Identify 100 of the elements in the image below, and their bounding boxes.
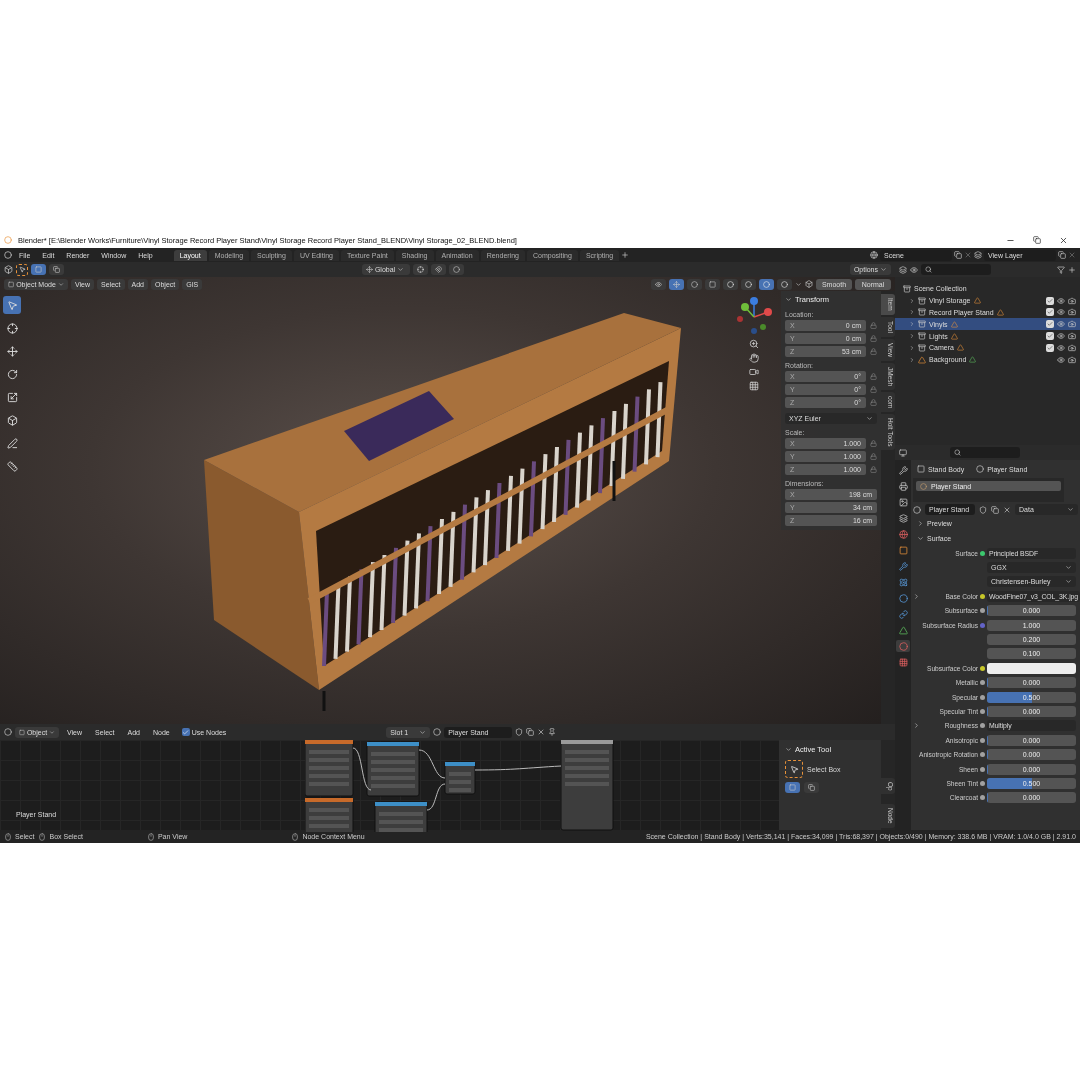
triangle-icon[interactable] bbox=[898, 625, 908, 635]
shading-mode-button[interactable] bbox=[723, 278, 738, 290]
exclude-checkbox[interactable] bbox=[1046, 332, 1054, 341]
exclude-checkbox[interactable] bbox=[1046, 308, 1054, 317]
socket-dot[interactable] bbox=[980, 723, 985, 729]
camera-icon[interactable] bbox=[1068, 320, 1076, 329]
socket-dot[interactable] bbox=[980, 737, 985, 743]
select-tool-button[interactable] bbox=[785, 760, 803, 778]
filter-icon[interactable] bbox=[1057, 265, 1065, 274]
select-mode-button[interactable] bbox=[804, 782, 819, 793]
grid-icon[interactable] bbox=[749, 381, 759, 391]
socket-dot[interactable] bbox=[980, 593, 985, 599]
printer-icon[interactable] bbox=[898, 481, 908, 491]
close-icon[interactable] bbox=[1059, 235, 1068, 245]
socket-dot[interactable] bbox=[980, 608, 985, 614]
color-swatch[interactable] bbox=[987, 662, 1076, 674]
exclude-checkbox[interactable] bbox=[1046, 296, 1054, 305]
link-icon[interactable] bbox=[898, 609, 908, 619]
search-field[interactable] bbox=[921, 264, 991, 275]
shader-node[interactable] bbox=[305, 740, 354, 797]
gizmo-button[interactable] bbox=[669, 278, 684, 290]
expand-caret-icon[interactable] bbox=[913, 592, 920, 600]
eye-icon[interactable] bbox=[1057, 343, 1065, 352]
layers-icon[interactable] bbox=[898, 513, 908, 523]
camera-icon[interactable] bbox=[1068, 308, 1076, 317]
shading-mode-button[interactable] bbox=[759, 278, 774, 290]
new-collection-icon[interactable] bbox=[1068, 265, 1076, 274]
shader-node[interactable] bbox=[444, 761, 476, 795]
shader-node[interactable] bbox=[305, 797, 354, 832]
xray-button[interactable] bbox=[705, 278, 720, 290]
close-icon[interactable] bbox=[1003, 505, 1011, 514]
hand-icon[interactable] bbox=[749, 353, 759, 363]
squares-icon bbox=[53, 266, 60, 273]
expand-caret-icon[interactable] bbox=[913, 722, 920, 730]
exclude-checkbox[interactable] bbox=[1046, 343, 1054, 352]
socket-dot[interactable] bbox=[980, 780, 985, 786]
sphere-icon bbox=[745, 280, 752, 288]
socket-dot[interactable] bbox=[980, 665, 985, 671]
globe-icon[interactable] bbox=[898, 529, 908, 539]
zoom-icon[interactable] bbox=[749, 339, 759, 349]
image-icon[interactable] bbox=[898, 497, 908, 507]
pin-icon[interactable] bbox=[548, 728, 557, 736]
socket-dot[interactable] bbox=[980, 550, 985, 556]
circle-icon[interactable] bbox=[898, 593, 908, 603]
shading-mode-button[interactable] bbox=[741, 278, 756, 290]
collapse-caret-icon[interactable] bbox=[785, 296, 792, 303]
copy-icon[interactable] bbox=[991, 505, 999, 514]
camera-icon[interactable] bbox=[1068, 355, 1076, 364]
square-icon[interactable] bbox=[898, 545, 908, 555]
select-mode-button[interactable] bbox=[785, 782, 800, 793]
copy-icon[interactable] bbox=[526, 728, 535, 736]
wrench-icon[interactable] bbox=[898, 465, 908, 475]
proportional-button[interactable] bbox=[448, 264, 464, 275]
shading-mode-button[interactable] bbox=[777, 278, 792, 290]
exclude-checkbox[interactable] bbox=[1046, 320, 1054, 329]
eye-icon[interactable] bbox=[1057, 308, 1065, 317]
search-field[interactable] bbox=[950, 447, 1020, 458]
camera-icon[interactable] bbox=[749, 367, 759, 377]
collection-icon bbox=[918, 343, 926, 352]
select-mode-button[interactable] bbox=[49, 264, 64, 275]
overlay-button[interactable] bbox=[687, 278, 702, 290]
shader-node[interactable] bbox=[366, 741, 420, 797]
eye-icon[interactable] bbox=[1057, 296, 1065, 305]
shader-node[interactable] bbox=[374, 801, 428, 832]
pivot-button[interactable] bbox=[412, 264, 428, 275]
socket-dot[interactable] bbox=[980, 622, 985, 628]
shield-icon[interactable] bbox=[515, 728, 524, 736]
caret-icon bbox=[880, 266, 887, 273]
restore-icon[interactable] bbox=[1033, 236, 1041, 244]
atom-icon[interactable] bbox=[898, 577, 908, 587]
socket-dot[interactable] bbox=[980, 766, 985, 772]
view-layer-icon[interactable] bbox=[974, 251, 982, 259]
camera-icon[interactable] bbox=[1068, 296, 1076, 305]
snap-button[interactable] bbox=[430, 264, 446, 275]
socket-dot[interactable] bbox=[980, 709, 985, 714]
socket-dot[interactable] bbox=[980, 680, 985, 686]
select-mode-button[interactable] bbox=[31, 264, 46, 275]
eye-icon[interactable] bbox=[1057, 332, 1065, 341]
collapse-caret-icon[interactable] bbox=[785, 746, 792, 753]
shield-icon[interactable] bbox=[979, 505, 987, 514]
copy-icon[interactable] bbox=[1058, 251, 1066, 259]
socket-dot[interactable] bbox=[980, 694, 985, 700]
socket-dot[interactable] bbox=[980, 795, 985, 801]
wrench-icon[interactable] bbox=[898, 561, 908, 571]
eye-icon[interactable] bbox=[1057, 320, 1065, 329]
tool-button[interactable] bbox=[3, 296, 21, 314]
add-icon[interactable] bbox=[621, 251, 630, 259]
socket-dot[interactable] bbox=[980, 752, 985, 758]
eye-icon[interactable] bbox=[1057, 355, 1065, 364]
grid-icon[interactable] bbox=[898, 657, 908, 667]
copy-icon[interactable] bbox=[954, 251, 962, 259]
navigation-gizmo-icon[interactable] bbox=[735, 295, 773, 335]
shader-node[interactable] bbox=[560, 740, 614, 831]
scene-icon[interactable] bbox=[870, 251, 878, 259]
visibility-button[interactable] bbox=[651, 278, 666, 290]
close-icon[interactable] bbox=[537, 728, 546, 736]
select-tool-button[interactable] bbox=[16, 263, 28, 276]
camera-icon[interactable] bbox=[1068, 343, 1076, 352]
squares-icon bbox=[808, 784, 815, 791]
camera-icon[interactable] bbox=[1068, 332, 1076, 341]
